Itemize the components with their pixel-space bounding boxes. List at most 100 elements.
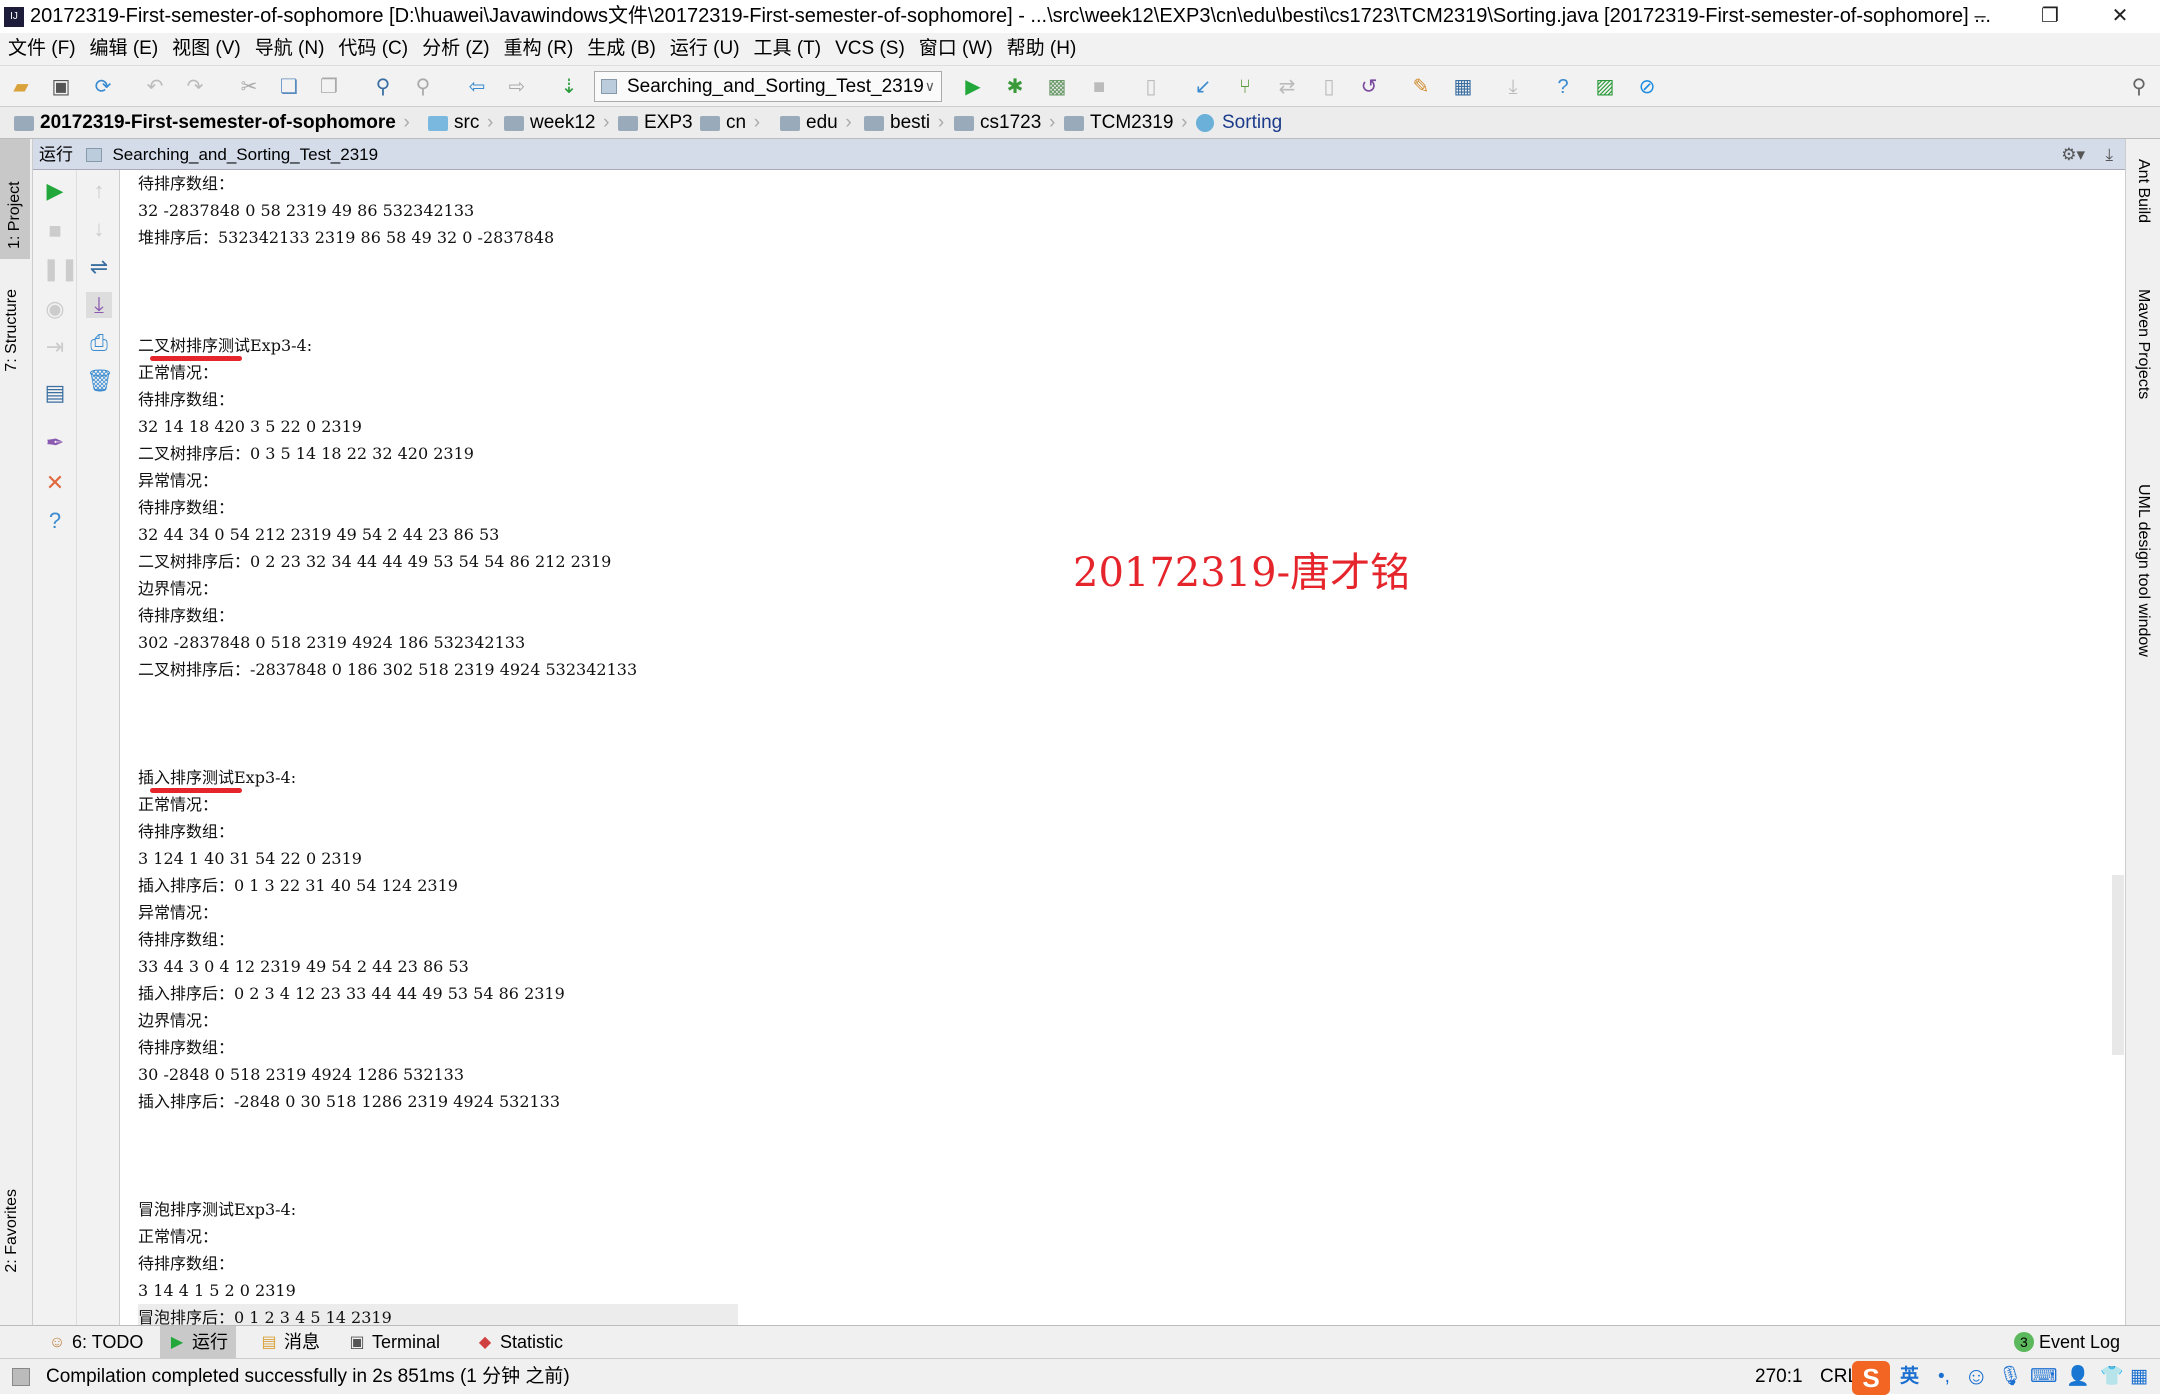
back-icon[interactable]: ⇦ (464, 74, 490, 100)
menu-item[interactable]: 窗口 (W) (919, 33, 993, 65)
menu-item[interactable]: 视图 (V) (172, 33, 241, 65)
menu-item[interactable]: VCS (S) (835, 33, 905, 65)
status-toggle-icon[interactable] (12, 1368, 30, 1386)
find-icon[interactable]: ⚲ (370, 74, 396, 100)
debug-icon[interactable]: ✱ (1002, 74, 1028, 100)
tab-structure[interactable]: 7: Structure (3, 289, 21, 372)
trash-icon[interactable]: 🗑 (86, 368, 114, 394)
search-icon[interactable]: ⚲ (2126, 74, 2152, 100)
exit-icon[interactable]: ⇥ (42, 334, 68, 360)
bottom-tab[interactable]: ☺ 6: TODO (40, 1326, 151, 1359)
user-icon[interactable]: 👤 (2066, 1359, 2090, 1395)
replace-icon[interactable]: ⚲ (410, 74, 436, 100)
up-arrow-icon[interactable]: ↑ (86, 178, 112, 204)
close-button[interactable]: ✕ (2090, 0, 2150, 33)
menu-item[interactable]: 重构 (R) (504, 33, 574, 65)
tab-ant-build[interactable]: Ant Build (2134, 159, 2152, 223)
menu-item[interactable]: 导航 (N) (255, 33, 325, 65)
tab-project[interactable]: 1: Project (0, 139, 30, 259)
punctuation-icon[interactable]: •, (1938, 1359, 1950, 1395)
help-icon[interactable]: ? (1550, 74, 1576, 100)
down-arrow-icon[interactable]: ↓ (86, 216, 112, 242)
run-config-select[interactable]: Searching_and_Sorting_Test_2319 ∨ (594, 71, 942, 102)
toolbox-icon[interactable]: ▦ (2130, 1359, 2148, 1395)
event-log-button[interactable]: 3 Event Log (2013, 1326, 2120, 1359)
menu-item[interactable]: 帮助 (H) (1007, 33, 1077, 65)
pause-icon[interactable]: ❚❚ (42, 256, 79, 282)
open-folder-icon[interactable]: ▰ (8, 74, 34, 100)
vcs-history-icon[interactable]: ▯ (1316, 74, 1342, 100)
settings-wrench-icon[interactable]: ✎ (1408, 74, 1434, 100)
skin-icon[interactable]: 👕 (2100, 1359, 2124, 1395)
monitor-icon[interactable]: ▨ (1592, 74, 1618, 100)
layout-icon[interactable]: ▤ (42, 380, 68, 406)
hide-panel-icon[interactable]: ⤓ (2105, 139, 2113, 170)
breadcrumb-item[interactable]: cn › (700, 107, 760, 139)
pin-icon[interactable]: ✒ (42, 430, 68, 456)
caret-position[interactable]: 270:1 (1755, 1359, 1803, 1395)
menu-item[interactable]: 分析 (Z) (422, 33, 490, 65)
bottom-tab[interactable]: ▤ 消息 (252, 1326, 328, 1359)
bottom-tab[interactable]: ◆ Statistic (468, 1326, 571, 1359)
emoji-icon[interactable]: ☺ (1964, 1359, 1989, 1395)
tab-maven-projects[interactable]: Maven Projects (2134, 289, 2152, 399)
project-structure-icon[interactable]: ▯ (1138, 74, 1164, 100)
stop-icon[interactable]: ■ (42, 218, 68, 244)
vcs-compare-icon[interactable]: ⇄ (1274, 74, 1300, 100)
download-icon[interactable]: ⤓ (1500, 74, 1526, 100)
disable-icon[interactable]: ⊘ (1634, 74, 1660, 100)
redo-icon[interactable]: ↷ (182, 74, 208, 100)
console-scrollbar[interactable] (2112, 875, 2124, 1055)
tab-favorites[interactable]: 2: Favorites (3, 1189, 21, 1273)
restore-button[interactable]: ❐ (2020, 0, 2080, 33)
sync-icon[interactable]: ⟳ (90, 74, 116, 100)
menu-item[interactable]: 生成 (B) (587, 33, 656, 65)
run-icon[interactable]: ▶ (960, 74, 986, 100)
close-icon[interactable]: ✕ (42, 470, 68, 496)
menu-item[interactable]: 代码 (C) (338, 33, 408, 65)
breadcrumb-item[interactable]: EXP3› (618, 107, 707, 139)
bottom-tab[interactable]: ▣ Terminal (340, 1326, 448, 1359)
ime-language[interactable]: 英 (1900, 1359, 1919, 1395)
coverage-icon[interactable]: ▩ (1044, 74, 1070, 100)
menu-item[interactable]: 编辑 (E) (90, 33, 159, 65)
menu-item[interactable]: 文件 (F) (8, 33, 76, 65)
stop-icon[interactable]: ■ (1086, 74, 1112, 100)
breadcrumb-item[interactable]: besti › (864, 107, 944, 139)
rerun-icon[interactable]: ▶ (42, 178, 68, 204)
breadcrumb-item[interactable]: 20172319-First-semester-of-sophomore › (14, 107, 410, 139)
bottom-tab[interactable]: ▶ 运行 (160, 1326, 236, 1359)
build-icon[interactable]: ⇣ (556, 74, 582, 100)
breadcrumb-item[interactable]: cs1723 › (954, 107, 1055, 139)
menu-item[interactable]: 运行 (U) (670, 33, 740, 65)
paste-icon[interactable]: ❐ (316, 74, 342, 100)
tab-uml-design[interactable]: UML design tool window (2134, 484, 2152, 657)
breadcrumb-item[interactable]: Sorting (1196, 107, 1282, 139)
gear-icon[interactable]: ⚙▾ (2061, 139, 2085, 170)
cut-icon[interactable]: ✂ (236, 74, 262, 100)
breadcrumb-item[interactable]: src › (428, 107, 493, 139)
save-icon[interactable]: ▣ (48, 74, 74, 100)
revert-icon[interactable]: ↺ (1356, 74, 1382, 100)
undo-icon[interactable]: ↶ (142, 74, 168, 100)
copy-icon[interactable]: ❏ (276, 74, 302, 100)
dump-threads-icon[interactable]: ◉ (42, 296, 68, 322)
soft-wrap-icon[interactable]: ⇌ (86, 254, 112, 280)
breadcrumb-item[interactable]: edu › (780, 107, 852, 139)
forward-icon[interactable]: ⇨ (504, 74, 530, 100)
breadcrumb-item[interactable]: TCM2319 › (1064, 107, 1187, 139)
microphone-icon[interactable]: 🎙 (1998, 1359, 2022, 1395)
console-output[interactable]: 待排序数组： 32 -2837848 0 58 2319 49 86 532342… (120, 170, 2125, 1325)
vcs-update-icon[interactable]: ↙ (1190, 74, 1216, 100)
keyboard-icon[interactable]: ⌨ (2030, 1359, 2057, 1395)
breadcrumb-item[interactable]: week12 › (504, 107, 610, 139)
minimize-button[interactable]: – (1950, 0, 2010, 33)
vcs-commit-icon[interactable]: ⑂ (1232, 74, 1258, 100)
sogou-ime-icon[interactable]: S (1852, 1361, 1890, 1395)
help-icon[interactable]: ? (42, 508, 68, 534)
scroll-to-end-icon[interactable]: ⤓ (86, 292, 112, 318)
menu-item[interactable]: 工具 (T) (754, 33, 822, 65)
print-icon[interactable]: ⎙ (86, 330, 112, 356)
console-line-text: 待排序数组： (138, 174, 235, 193)
structure-icon[interactable]: ▦ (1450, 74, 1476, 100)
